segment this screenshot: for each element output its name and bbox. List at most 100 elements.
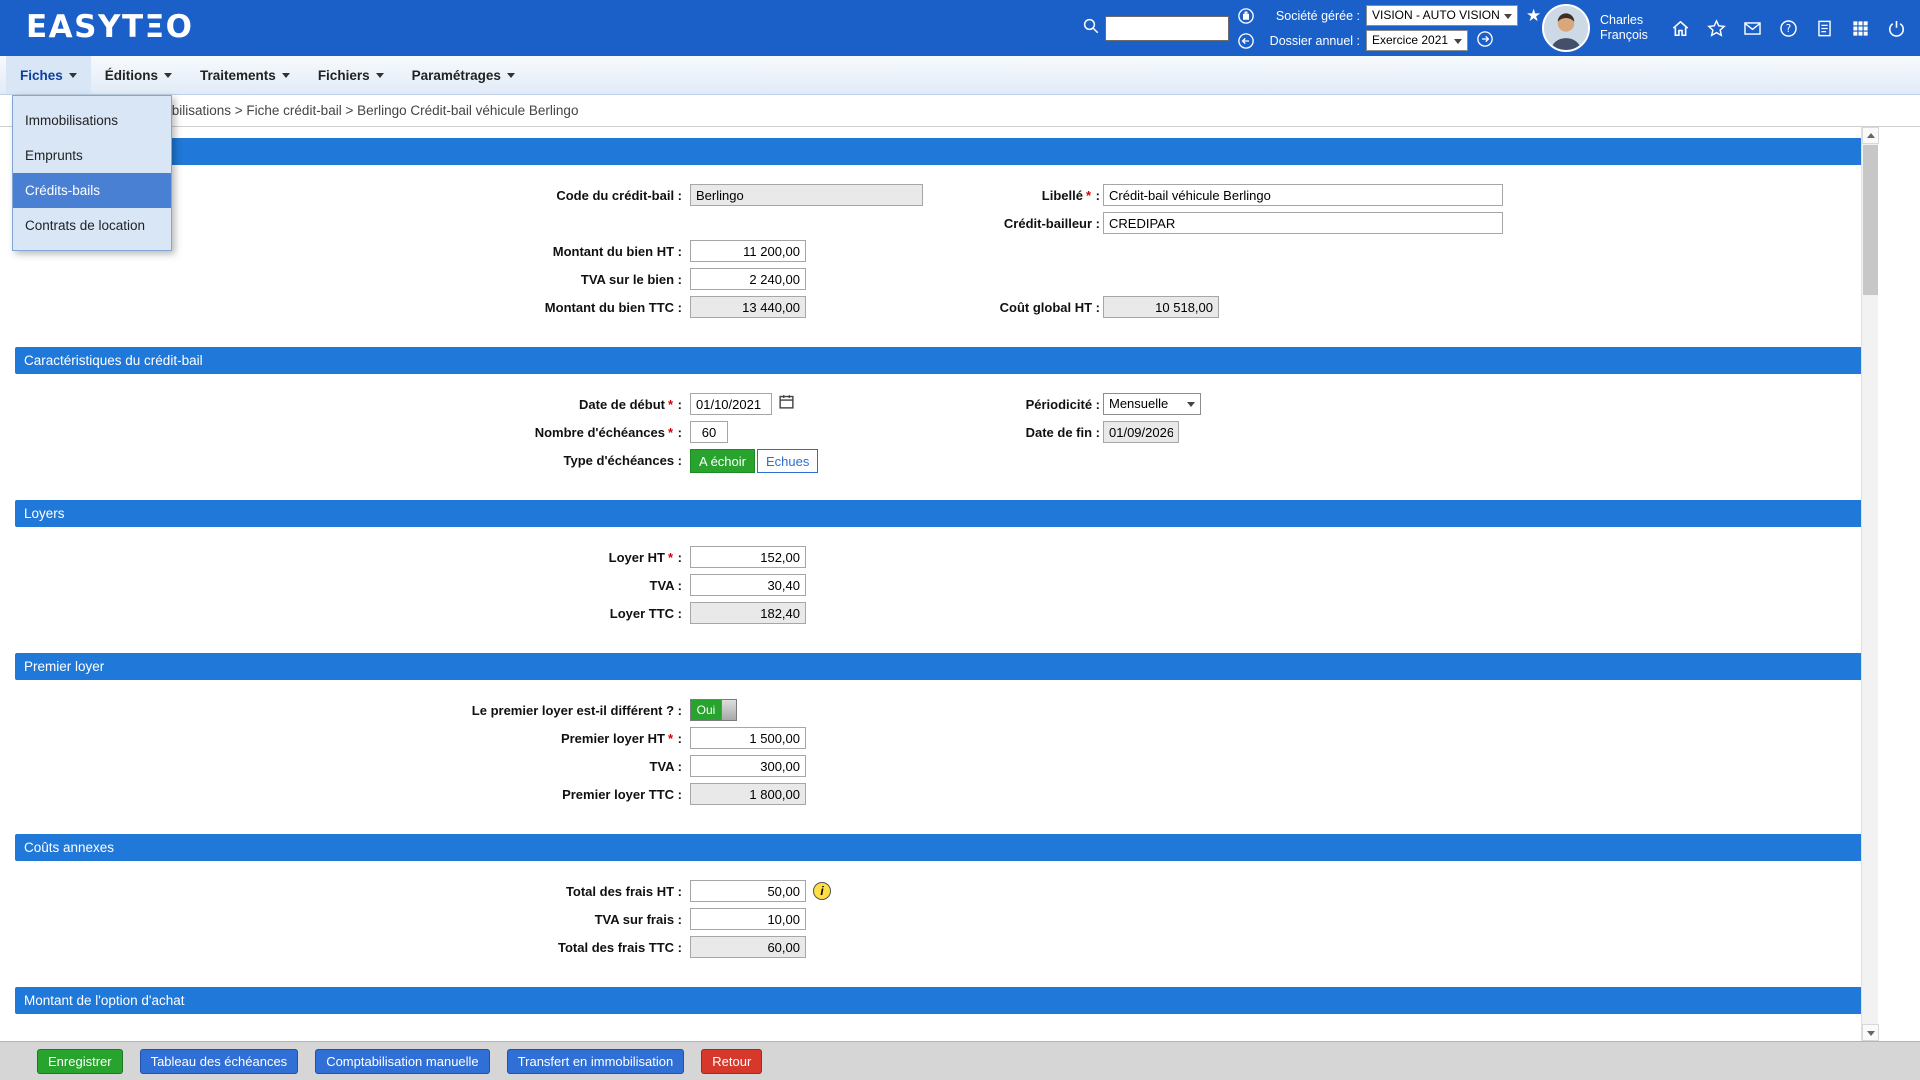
topbar-icons: ? (1671, 19, 1906, 43)
tva-frais-input[interactable] (690, 908, 806, 930)
topbar: EASYTΞO Société gérée : VISION - AUTO VI… (0, 0, 1920, 56)
total-frais-ttc-input (690, 936, 806, 958)
total-frais-ht-input[interactable] (690, 880, 806, 902)
field-label: Total des frais HT : (0, 880, 682, 904)
libelle-input[interactable] (1103, 184, 1503, 206)
form-row: TVA sur frais : (0, 908, 1880, 936)
dropdown-item-contrats-location[interactable]: Contrats de location (13, 208, 171, 243)
go-arrow-icon[interactable] (1476, 30, 1494, 51)
search-icon (1082, 17, 1100, 40)
field-label: Date de début* : (0, 393, 682, 417)
context-selectors: Société gérée : VISION - AUTO VISION ★ D… (1237, 3, 1541, 53)
form-row: Nombre d'échéances* : Date de fin : (0, 421, 1880, 449)
loyer-ht-input[interactable] (690, 546, 806, 568)
company-label: Société gérée : (1260, 9, 1360, 23)
form-row: TVA : (0, 574, 1880, 602)
field-label: Périodicité : (700, 393, 1100, 417)
scroll-down-button[interactable] (1862, 1024, 1879, 1041)
field-label: Loyer HT* : (0, 546, 682, 570)
periodicite-select[interactable]: Mensuelle (1103, 393, 1201, 415)
section-header-premier-loyer: Premier loyer (15, 653, 1865, 680)
info-icon[interactable]: i (813, 882, 831, 900)
field-label: Crédit-bailleur : (700, 212, 1100, 236)
retour-button[interactable]: Retour (701, 1049, 762, 1074)
menu-parametrages[interactable]: Paramétrages (398, 56, 529, 94)
menu-fichiers[interactable]: Fichiers (304, 56, 398, 94)
fiches-dropdown: Immobilisations Emprunts Crédits-bails C… (12, 95, 172, 251)
field-label: TVA : (0, 574, 682, 598)
form-row: Date de début* : Périodicité : Mensuelle (0, 393, 1880, 421)
scrollbar-thumb[interactable] (1863, 145, 1878, 295)
chevron-down-icon (507, 73, 515, 78)
dropdown-item-credits-bails[interactable]: Crédits-bails (13, 173, 171, 208)
search (1082, 16, 1229, 41)
vertical-scrollbar[interactable] (1861, 127, 1878, 1041)
premier-loyer-different-toggle[interactable]: Oui (690, 699, 737, 721)
section-header-caracteristiques: Caractéristiques du crédit-bail (15, 347, 1865, 374)
year-label: Dossier annuel : (1260, 34, 1360, 48)
form-row: Le premier loyer est-il différent ? : Ou… (0, 699, 1880, 727)
form-row: Crédit-bailleur : (0, 212, 1880, 240)
section-header-couts-annexes: Coûts annexes (15, 834, 1865, 861)
company-select[interactable]: VISION - AUTO VISION (1366, 5, 1518, 26)
form-row: TVA : (0, 755, 1880, 783)
form-row: Total des frais TTC : (0, 936, 1880, 964)
enregistrer-button[interactable]: Enregistrer (37, 1049, 123, 1074)
search-input[interactable] (1105, 16, 1229, 41)
field-label: Date de fin : (700, 421, 1100, 445)
section-header-option-achat: Montant de l'option d'achat (15, 987, 1865, 1014)
home-icon[interactable] (1671, 19, 1690, 43)
power-icon[interactable] (1887, 19, 1906, 43)
avatar[interactable] (1542, 4, 1590, 52)
apps-grid-icon[interactable] (1851, 19, 1870, 43)
type-echues-button[interactable]: Echues (757, 449, 818, 473)
mail-icon[interactable] (1743, 19, 1762, 43)
app-logo[interactable]: EASYTΞO (26, 9, 194, 45)
premier-loyer-ht-input[interactable] (690, 727, 806, 749)
credit-bailleur-input[interactable] (1103, 212, 1503, 234)
section-header-loyers: Loyers (15, 500, 1865, 527)
menubar: Fiches Éditions Traitements Fichiers Par… (0, 56, 1920, 95)
toggle-knob (721, 700, 736, 720)
footer-action-bar: Enregistrer Tableau des échéances Compta… (0, 1041, 1920, 1080)
favorites-star-icon[interactable] (1707, 19, 1726, 43)
year-select[interactable]: Exercice 2021 (1366, 30, 1468, 51)
cout-global-ht-input (1103, 296, 1219, 318)
dropdown-item-immobilisations[interactable]: Immobilisations (13, 103, 171, 138)
svg-text:?: ? (1786, 23, 1791, 35)
field-label: Libellé* : (700, 184, 1100, 208)
favorite-star-icon[interactable]: ★ (1526, 7, 1541, 24)
field-label: Loyer TTC : (0, 602, 682, 626)
form-row: Total des frais HT : i (0, 880, 1880, 908)
dropdown-item-emprunts[interactable]: Emprunts (13, 138, 171, 173)
scroll-up-button[interactable] (1862, 127, 1879, 144)
field-label: Coût global HT : (700, 296, 1100, 320)
menu-traitements[interactable]: Traitements (186, 56, 304, 94)
dossier-icon (1237, 32, 1255, 50)
tableau-echeances-button[interactable]: Tableau des échéances (140, 1049, 299, 1074)
field-label: Premier loyer TTC : (0, 783, 682, 807)
transfert-immobilisation-button[interactable]: Transfert en immobilisation (507, 1049, 685, 1074)
comptabilisation-manuelle-button[interactable]: Comptabilisation manuelle (315, 1049, 489, 1074)
notes-icon[interactable] (1815, 19, 1834, 43)
loyer-ttc-input (690, 602, 806, 624)
menu-editions[interactable]: Éditions (91, 56, 186, 94)
field-label: Type d'échéances : (0, 449, 682, 473)
field-label: Nombre d'échéances* : (0, 421, 682, 445)
form-row: TVA sur le bien : (0, 268, 1880, 296)
field-label: Total des frais TTC : (0, 936, 682, 960)
tva-bien-input[interactable] (690, 268, 806, 290)
help-icon[interactable]: ? (1779, 19, 1798, 43)
form-row: Montant du bien TTC : Coût global HT : (0, 296, 1880, 324)
arrow-down-icon (1867, 1031, 1875, 1036)
field-label: Premier loyer HT* : (0, 727, 682, 751)
form-row: Type d'échéances : A échoir Echues (0, 449, 1880, 477)
premier-loyer-ttc-input (690, 783, 806, 805)
montant-bien-ht-input[interactable] (690, 240, 806, 262)
loyer-tva-input[interactable] (690, 574, 806, 596)
field-label: TVA sur le bien : (0, 268, 682, 292)
menu-fiches[interactable]: Fiches (6, 56, 91, 94)
premier-loyer-tva-input[interactable] (690, 755, 806, 777)
type-a-echoir-button[interactable]: A échoir (690, 449, 755, 473)
section-header-general (15, 138, 1865, 165)
